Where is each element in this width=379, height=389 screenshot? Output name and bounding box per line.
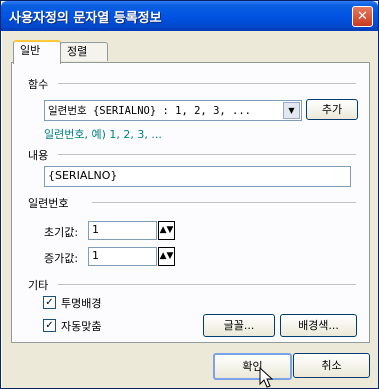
- function-section-label: 함수: [28, 78, 49, 91]
- window-title: 사용자정의 문자열 등록정보: [9, 11, 162, 26]
- increment-value-field[interactable]: 1: [88, 247, 157, 266]
- add-button[interactable]: 추가: [306, 99, 358, 120]
- divider: [58, 83, 356, 85]
- bgcolor-button[interactable]: 배경색...: [280, 314, 357, 337]
- initial-value-text: 1: [92, 223, 99, 236]
- increment-value-label: 증가값:: [44, 252, 79, 265]
- initial-spin-icon[interactable]: ▲▼: [158, 221, 175, 240]
- function-example: 일련번호, 예) 1, 2, 3, ...: [44, 128, 162, 141]
- title-bar[interactable]: 사용자정의 문자열 등록정보 ✕: [1, 1, 378, 31]
- tab-align[interactable]: 정렬: [60, 42, 108, 61]
- bgcolor-button-label: 배경색...: [298, 319, 339, 332]
- dialog-window: 사용자정의 문자열 등록정보 ✕ 일반 정렬 함수 일련번호 {SERIALNO…: [0, 0, 379, 389]
- tab-general-label: 일반: [20, 44, 41, 57]
- tab-general[interactable]: 일반: [13, 40, 61, 64]
- content-section-label: 내용: [28, 149, 49, 162]
- dropdown-arrow-icon[interactable]: ▼: [283, 102, 300, 119]
- content-field[interactable]: {SERIALNO}: [44, 166, 351, 187]
- content-field-value: {SERIALNO}: [48, 169, 118, 182]
- auto-fit-label: 자동맞춤: [61, 320, 102, 333]
- initial-value-field[interactable]: 1: [88, 221, 157, 240]
- cancel-button[interactable]: 취소: [293, 353, 370, 378]
- add-button-label: 추가: [321, 103, 343, 116]
- increment-spin-icon[interactable]: ▲▼: [158, 247, 175, 266]
- function-combo-value: 일련번호 {SERIALNO} : 1, 2, 3, ...: [48, 105, 251, 117]
- serial-section-label: 일련번호: [28, 197, 69, 210]
- close-icon[interactable]: ✕: [352, 6, 373, 27]
- divider: [92, 202, 356, 204]
- auto-fit-checkbox[interactable]: ✓: [43, 319, 56, 332]
- transparent-bg-label: 투명배경: [61, 297, 102, 310]
- tab-panel: 함수 일련번호 {SERIALNO} : 1, 2, 3, ... ▼ 추가 일…: [11, 62, 370, 343]
- mouse-cursor-icon: [259, 367, 274, 388]
- increment-value-text: 1: [92, 249, 99, 262]
- font-button-label: 글꼴...: [223, 319, 255, 332]
- transparent-bg-checkbox[interactable]: ✓: [43, 296, 56, 309]
- divider: [58, 154, 356, 156]
- divider: [58, 284, 356, 286]
- function-combo[interactable]: 일련번호 {SERIALNO} : 1, 2, 3, ... ▼: [44, 100, 302, 121]
- initial-value-label: 초기값:: [44, 226, 79, 239]
- font-button[interactable]: 글꼴...: [203, 314, 275, 337]
- other-section-label: 기타: [28, 279, 49, 292]
- ok-button[interactable]: 확인: [213, 353, 292, 380]
- cancel-button-label: 취소: [321, 359, 342, 372]
- tab-align-label: 정렬: [67, 45, 88, 58]
